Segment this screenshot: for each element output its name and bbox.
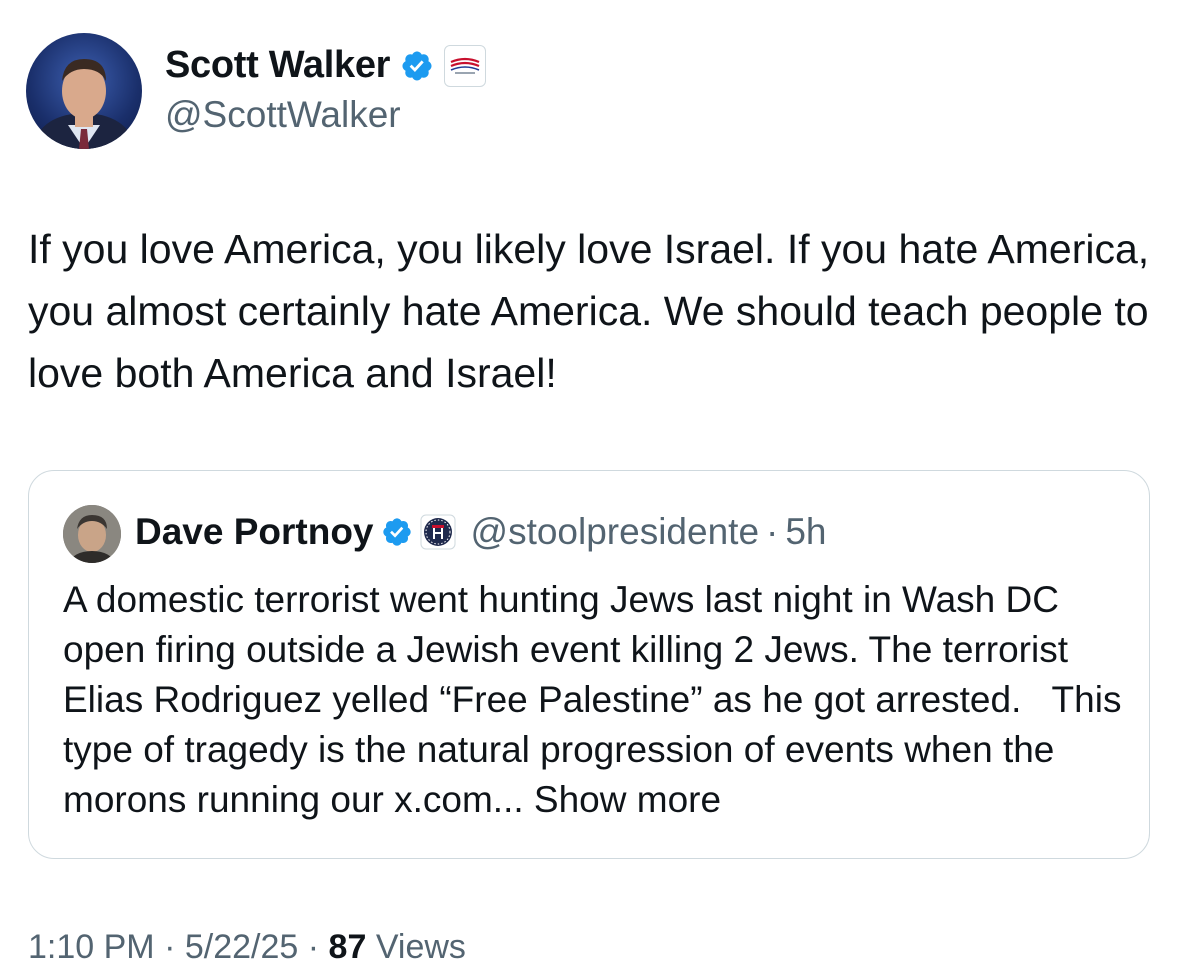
show-more-link[interactable]: Show more bbox=[534, 779, 721, 820]
tweet-meta: 1:10 PM · 5/22/25 · 87 Views bbox=[28, 928, 466, 967]
quoted-author-handle[interactable]: @stoolpresidente bbox=[471, 511, 760, 553]
views-label: Views bbox=[375, 928, 466, 966]
quoted-separator: · bbox=[766, 511, 779, 552]
meta-separator: · bbox=[164, 928, 176, 966]
verified-badge-icon[interactable] bbox=[400, 49, 434, 83]
author-name[interactable]: Scott Walker bbox=[165, 44, 390, 87]
barstool-badge-icon[interactable] bbox=[420, 514, 456, 550]
quoted-timestamp[interactable]: 5h bbox=[785, 511, 826, 553]
quoted-header: Dave Portnoy @stoolpresidente · 5h bbox=[135, 511, 827, 553]
author-name-row: Scott Walker bbox=[165, 44, 487, 87]
tweet-date[interactable]: 5/22/25 bbox=[185, 928, 298, 966]
views-count: 87 bbox=[328, 928, 367, 966]
verified-badge-icon[interactable] bbox=[381, 516, 413, 548]
flag-badge-icon[interactable] bbox=[444, 44, 487, 87]
quoted-author-avatar[interactable] bbox=[63, 505, 121, 563]
quoted-author-name[interactable]: Dave Portnoy bbox=[135, 511, 374, 553]
tweet-text: If you love America, you likely love Isr… bbox=[28, 226, 1150, 396]
quoted-tweet-text: A domestic terrorist went hunting Jews l… bbox=[63, 575, 1128, 825]
quoted-tweet-card[interactable]: Dave Portnoy @stoolpresidente · 5h A dom… bbox=[28, 470, 1150, 859]
author-avatar[interactable] bbox=[26, 33, 142, 149]
meta-separator: · bbox=[307, 928, 320, 966]
author-handle[interactable]: @ScottWalker bbox=[165, 94, 401, 136]
tweet-time[interactable]: 1:10 PM bbox=[28, 928, 155, 966]
